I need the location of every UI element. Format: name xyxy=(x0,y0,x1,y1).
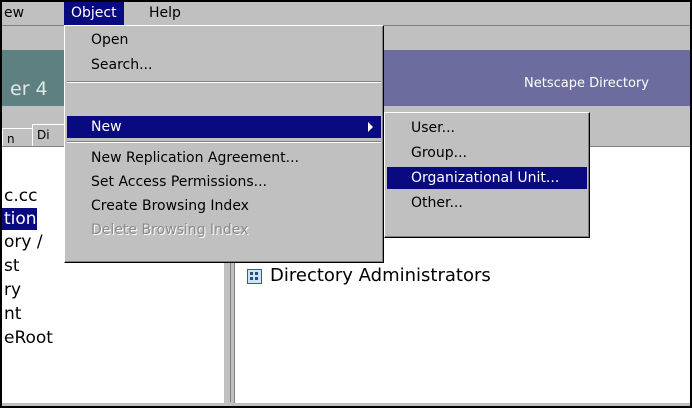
menu-item-label: Group... xyxy=(411,145,467,161)
menu-item-search[interactable]: Search... xyxy=(67,54,381,76)
menu-item-label: Delete Browsing Index xyxy=(91,222,249,238)
tree-item-selected[interactable]: tion xyxy=(2,208,37,230)
group-icon xyxy=(247,268,262,284)
menu-item-label: Open xyxy=(91,32,129,48)
tree-item[interactable]: c.cc xyxy=(2,185,37,207)
app-window: ew Object Help er 4 Netscape Directory n… xyxy=(0,0,692,408)
list-item[interactable]: Directory Administrators xyxy=(247,265,491,287)
tree-item[interactable]: ory / xyxy=(2,231,43,253)
entry-label: Directory Administrators xyxy=(270,265,491,286)
menu-item-new-replication-agreement[interactable]: New Replication Agreement... xyxy=(67,147,381,169)
banner-left-text: er 4 xyxy=(10,78,48,100)
menu-view[interactable]: ew xyxy=(2,2,31,25)
menu-item-open[interactable]: Open xyxy=(67,29,381,51)
menu-item-label: Search... xyxy=(91,57,153,73)
banner-logo: er 4 xyxy=(2,50,64,106)
submenu-item-other[interactable]: Other... xyxy=(387,192,587,214)
menu-item-label: User... xyxy=(411,120,455,136)
submenu-item-group[interactable]: Group... xyxy=(387,142,587,164)
tree-item[interactable]: eRoot xyxy=(2,327,53,349)
object-menu: Open Search... New New Replication Agree… xyxy=(64,25,384,263)
menu-item-label: New xyxy=(91,119,122,135)
menu-item-set-access-permissions[interactable]: Set Access Permissions... xyxy=(67,171,381,193)
menu-separator xyxy=(67,81,381,83)
tree-item[interactable]: ry xyxy=(2,279,21,301)
menu-item-label: New Replication Agreement... xyxy=(91,150,300,166)
submenu-item-user[interactable]: User... xyxy=(387,117,587,139)
menu-item-label: Organizational Unit... xyxy=(411,170,560,186)
tree-item[interactable]: st xyxy=(2,255,20,277)
menu-object[interactable]: Object xyxy=(64,2,124,25)
menubar: ew Object Help xyxy=(2,2,690,26)
new-submenu: User... Group... Organizational Unit... … xyxy=(384,112,590,238)
menu-item-label: Set Access Permissions... xyxy=(91,174,267,190)
tree-item[interactable]: nt xyxy=(2,303,21,325)
menu-separator xyxy=(67,141,381,143)
menu-item-label: Other... xyxy=(411,195,463,211)
menu-item-label: Create Browsing Index xyxy=(91,198,249,214)
banner-title: Netscape Directory xyxy=(524,76,650,91)
submenu-arrow-icon xyxy=(368,122,373,132)
menu-item-create-browsing-index[interactable]: Create Browsing Index xyxy=(67,195,381,217)
submenu-item-organizational-unit[interactable]: Organizational Unit... xyxy=(387,167,587,189)
menu-item-delete-browsing-index: Delete Browsing Index xyxy=(67,219,381,241)
menu-help[interactable]: Help xyxy=(142,2,188,25)
menu-item-new[interactable]: New xyxy=(67,116,381,138)
